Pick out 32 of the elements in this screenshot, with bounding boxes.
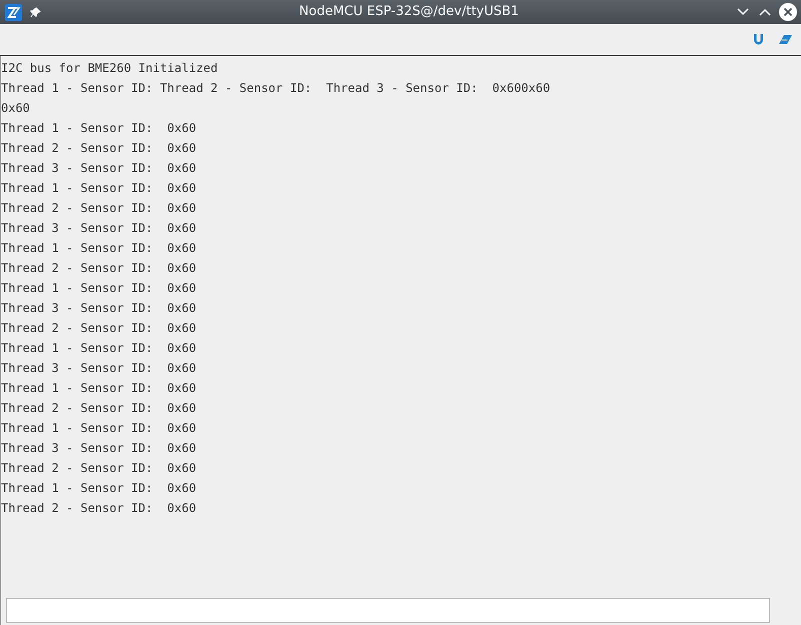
output-line: Thread 2 - Sensor ID: 0x60: [1, 400, 196, 417]
output-line: Thread 3 - Sensor ID: 0x60: [1, 300, 196, 317]
output-line: Thread 2 - Sensor ID: 0x60: [1, 460, 196, 477]
minimize-icon[interactable]: [737, 8, 749, 16]
magnet-icon[interactable]: [752, 33, 765, 46]
output-line: Thread 3 - Sensor ID: 0x60: [1, 220, 196, 237]
pin-icon[interactable]: [30, 6, 41, 18]
output-line: Thread 1 - Sensor ID: 0x60: [1, 340, 196, 357]
output-line: Thread 3 - Sensor ID: 0x60: [1, 160, 196, 177]
app-logo-icon: [5, 4, 22, 20]
output-line: 0x60: [1, 100, 30, 117]
output-line: Thread 1 - Sensor ID: 0x60: [1, 380, 196, 397]
output-line: Thread 1 - Sensor ID: 0x60: [1, 280, 196, 297]
eraser-icon[interactable]: [779, 34, 793, 45]
output-line: Thread 1 - Sensor ID: 0x60: [1, 240, 196, 257]
output-line: Thread 1 - Sensor ID: 0x60: [1, 180, 196, 197]
close-icon[interactable]: [779, 3, 797, 21]
output-line: I2C bus for BME260 Initialized: [1, 60, 218, 77]
output-line: Thread 2 - Sensor ID: 0x60: [1, 320, 196, 337]
input-field[interactable]: [6, 598, 770, 623]
output-line: Thread 2 - Sensor ID: 0x60: [1, 500, 196, 517]
output-line: Thread 1 - Sensor ID: 0x60: [1, 120, 196, 137]
maximize-icon[interactable]: [759, 8, 771, 16]
output-line: Thread 1 - Sensor ID: 0x60: [1, 480, 196, 497]
window-title: NodeMCU ESP-32S@/dev/ttyUSB1: [298, 3, 520, 22]
output-line: Thread 2 - Sensor ID: 0x60: [1, 140, 196, 157]
output-line: Thread 1 - Sensor ID: 0x60: [1, 420, 196, 437]
output-line: Thread 3 - Sensor ID: 0x60: [1, 360, 196, 377]
output-line: Thread 3 - Sensor ID: 0x60: [1, 440, 196, 457]
output-line: Thread 2 - Sensor ID: 0x60: [1, 260, 196, 277]
output-line: Thread 2 - Sensor ID: 0x60: [1, 200, 196, 217]
output-line: Thread 1 - Sensor ID: Thread 2 - Sensor ID: Thread 3 - Sensor ID: 0x600x60: [1, 80, 550, 97]
